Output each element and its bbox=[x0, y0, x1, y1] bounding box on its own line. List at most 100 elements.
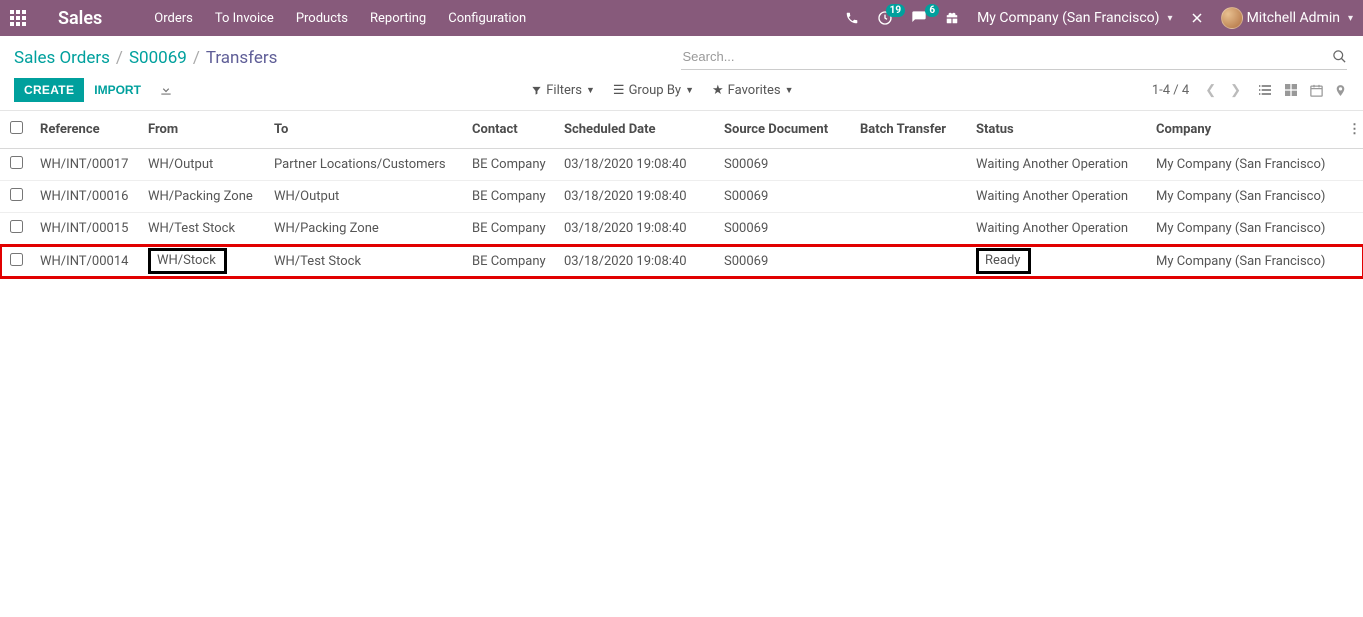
pager-prev-icon[interactable]: ❮ bbox=[1201, 81, 1220, 100]
cell-source: S00069 bbox=[716, 213, 852, 245]
company-switcher[interactable]: My Company (San Francisco) bbox=[977, 10, 1172, 26]
col-source[interactable]: Source Document bbox=[716, 111, 852, 149]
col-batch[interactable]: Batch Transfer bbox=[852, 111, 968, 149]
nav-reporting[interactable]: Reporting bbox=[370, 11, 426, 26]
close-icon[interactable] bbox=[1191, 12, 1203, 24]
table-header-row: Reference From To Contact Scheduled Date… bbox=[0, 111, 1363, 149]
group-icon: ☰ bbox=[613, 83, 625, 98]
pager-text: 1-4 / 4 bbox=[1152, 83, 1189, 98]
phone-icon[interactable] bbox=[845, 11, 859, 25]
company-name: My Company (San Francisco) bbox=[977, 10, 1159, 26]
cell-company: My Company (San Francisco) bbox=[1148, 245, 1340, 278]
col-status[interactable]: Status bbox=[968, 111, 1148, 149]
col-reference[interactable]: Reference bbox=[32, 111, 140, 149]
import-button[interactable]: IMPORT bbox=[84, 78, 151, 102]
favorites-label: Favorites bbox=[728, 83, 781, 98]
caret-down-icon: ▼ bbox=[785, 85, 794, 96]
cell-from: WH/Stock bbox=[140, 245, 266, 278]
cell-batch bbox=[852, 213, 968, 245]
messages-badge: 6 bbox=[925, 4, 939, 17]
cell-scheduled: 03/18/2020 19:08:40 bbox=[556, 245, 716, 278]
app-brand[interactable]: Sales bbox=[58, 8, 102, 29]
gift-icon[interactable] bbox=[945, 11, 959, 25]
cell-batch bbox=[852, 181, 968, 213]
cell-status: Ready bbox=[968, 245, 1148, 278]
group-by-button[interactable]: ☰ Group By ▼ bbox=[613, 83, 694, 98]
apps-icon[interactable] bbox=[10, 10, 26, 26]
col-to[interactable]: To bbox=[266, 111, 464, 149]
cell-contact: BE Company bbox=[464, 213, 556, 245]
view-map-icon[interactable] bbox=[1334, 83, 1347, 98]
view-calendar-icon[interactable] bbox=[1309, 83, 1324, 98]
messages-icon[interactable]: 6 bbox=[911, 10, 927, 26]
breadcrumb-sales-orders[interactable]: Sales Orders bbox=[14, 48, 110, 68]
breadcrumb-sep: / bbox=[193, 48, 200, 68]
filters-label: Filters bbox=[546, 83, 582, 98]
col-company[interactable]: Company bbox=[1148, 111, 1340, 149]
search-icon[interactable] bbox=[1332, 49, 1347, 64]
main-navbar: Sales Orders To Invoice Products Reporti… bbox=[0, 0, 1363, 36]
nav-products[interactable]: Products bbox=[296, 11, 348, 26]
breadcrumb-current: Transfers bbox=[206, 48, 278, 68]
user-menu[interactable]: Mitchell Admin bbox=[1221, 7, 1353, 29]
cell-reference: WH/INT/00017 bbox=[32, 149, 140, 181]
right-controls: 1-4 / 4 ❮ ❯ bbox=[1152, 81, 1347, 100]
cell-reference: WH/INT/00016 bbox=[32, 181, 140, 213]
table-row[interactable]: WH/INT/00014 WH/Stock WH/Test Stock BE C… bbox=[0, 245, 1363, 278]
nav-configuration[interactable]: Configuration bbox=[448, 11, 526, 26]
caret-down-icon: ▼ bbox=[586, 85, 595, 96]
cell-status: Waiting Another Operation bbox=[968, 149, 1148, 181]
cell-status: Waiting Another Operation bbox=[968, 181, 1148, 213]
favorites-button[interactable]: ★ Favorites ▼ bbox=[712, 83, 794, 98]
cell-contact: BE Company bbox=[464, 149, 556, 181]
cell-scheduled: 03/18/2020 19:08:40 bbox=[556, 213, 716, 245]
caret-down-icon: ▼ bbox=[685, 85, 694, 96]
nav-to-invoice[interactable]: To Invoice bbox=[215, 11, 274, 26]
cell-source: S00069 bbox=[716, 245, 852, 278]
view-kanban-icon[interactable] bbox=[1283, 82, 1299, 98]
cell-to: Partner Locations/Customers bbox=[266, 149, 464, 181]
select-all-checkbox[interactable] bbox=[10, 121, 23, 134]
group-by-label: Group By bbox=[629, 83, 682, 98]
nav-left: Sales Orders To Invoice Products Reporti… bbox=[10, 8, 526, 29]
filters-button[interactable]: Filters ▼ bbox=[531, 83, 595, 98]
user-name: Mitchell Admin bbox=[1247, 10, 1340, 26]
row-checkbox[interactable] bbox=[10, 253, 23, 266]
activities-icon[interactable]: 19 bbox=[877, 10, 893, 26]
nav-orders[interactable]: Orders bbox=[154, 11, 193, 26]
view-list-icon[interactable] bbox=[1257, 82, 1273, 98]
transfers-table: Reference From To Contact Scheduled Date… bbox=[0, 111, 1363, 278]
table-row[interactable]: WH/INT/00016 WH/Packing Zone WH/Output B… bbox=[0, 181, 1363, 213]
create-button[interactable]: CREATE bbox=[14, 78, 84, 102]
cell-reference: WH/INT/00014 bbox=[32, 245, 140, 278]
cell-to: WH/Output bbox=[266, 181, 464, 213]
row-checkbox[interactable] bbox=[10, 188, 23, 201]
activities-badge: 19 bbox=[886, 4, 905, 17]
search-controls: Filters ▼ ☰ Group By ▼ ★ Favorites ▼ bbox=[531, 83, 793, 98]
search-box bbox=[681, 44, 1348, 70]
cell-from: WH/Test Stock bbox=[140, 213, 266, 245]
col-scheduled[interactable]: Scheduled Date bbox=[556, 111, 716, 149]
column-options-icon[interactable]: ⋮ bbox=[1340, 111, 1363, 149]
breadcrumb-order[interactable]: S00069 bbox=[129, 48, 187, 68]
pager-next-icon[interactable]: ❯ bbox=[1226, 81, 1245, 100]
cell-reference: WH/INT/00015 bbox=[32, 213, 140, 245]
nav-right: 19 6 My Company (San Francisco) Mitchell… bbox=[845, 7, 1353, 29]
row-checkbox[interactable] bbox=[10, 220, 23, 233]
cell-batch bbox=[852, 245, 968, 278]
cell-to: WH/Packing Zone bbox=[266, 213, 464, 245]
star-icon: ★ bbox=[712, 83, 724, 98]
breadcrumb-sep: / bbox=[116, 48, 123, 68]
row-checkbox[interactable] bbox=[10, 156, 23, 169]
table-row[interactable]: WH/INT/00015 WH/Test Stock WH/Packing Zo… bbox=[0, 213, 1363, 245]
cell-from: WH/Packing Zone bbox=[140, 181, 266, 213]
cell-status: Waiting Another Operation bbox=[968, 213, 1148, 245]
cell-scheduled: 03/18/2020 19:08:40 bbox=[556, 181, 716, 213]
col-from[interactable]: From bbox=[140, 111, 266, 149]
col-contact[interactable]: Contact bbox=[464, 111, 556, 149]
table-row[interactable]: WH/INT/00017 WH/Output Partner Locations… bbox=[0, 149, 1363, 181]
download-icon[interactable] bbox=[159, 83, 173, 97]
avatar bbox=[1221, 7, 1243, 29]
search-input[interactable] bbox=[681, 45, 1333, 68]
breadcrumb: Sales Orders / S00069 / Transfers bbox=[14, 44, 277, 68]
